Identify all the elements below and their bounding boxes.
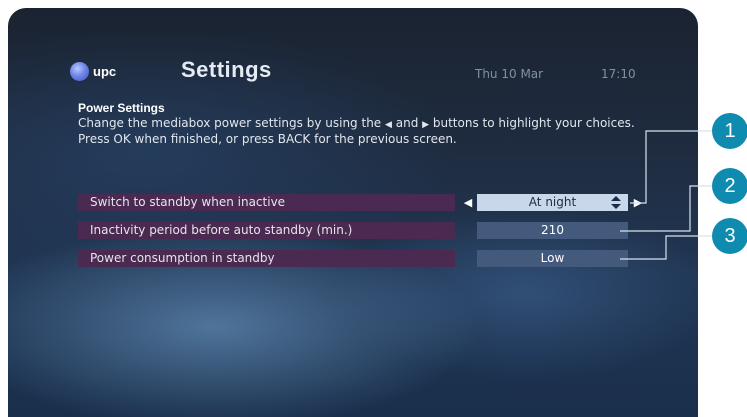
setting-value[interactable]: Low <box>477 250 628 267</box>
tv-screen: upc Settings Thu 10 Mar 17:10 Power Sett… <box>8 8 698 417</box>
logo-text: upc <box>93 64 117 79</box>
upc-logo-icon <box>70 62 89 81</box>
setting-value[interactable]: 210 <box>477 222 628 239</box>
setting-label: Power consumption in standby <box>78 250 455 267</box>
next-option-icon[interactable]: ▶ <box>632 194 644 211</box>
description-text-and: and <box>391 116 423 130</box>
up-down-icon <box>610 196 622 209</box>
description-text-1: Change the mediabox power settings by us… <box>78 116 385 130</box>
section-title: Power Settings <box>78 101 165 115</box>
date-display: Thu 10 Mar <box>475 67 544 81</box>
page-title: Settings <box>181 57 272 82</box>
previous-option-icon[interactable]: ◀ <box>462 194 474 211</box>
setting-label: Switch to standby when inactive <box>78 194 455 211</box>
setting-value-selected[interactable]: At night <box>477 194 628 211</box>
time-display: 17:10 <box>601 67 636 81</box>
left-arrow-icon: ◀ <box>385 120 392 130</box>
section-description: Change the mediabox power settings by us… <box>78 116 638 146</box>
callout-2: 2 <box>712 168 747 204</box>
callout-3: 3 <box>712 218 747 254</box>
setting-row-power[interactable]: Power consumption in standby Low <box>78 250 628 267</box>
setting-label: Inactivity period before auto standby (m… <box>78 222 455 239</box>
upc-logo: upc <box>70 62 116 81</box>
setting-value-text: At night <box>528 195 577 209</box>
setting-row-standby[interactable]: Switch to standby when inactive ◀ At nig… <box>78 194 642 211</box>
callout-1: 1 <box>712 113 747 149</box>
setting-row-inactivity[interactable]: Inactivity period before auto standby (m… <box>78 222 628 239</box>
